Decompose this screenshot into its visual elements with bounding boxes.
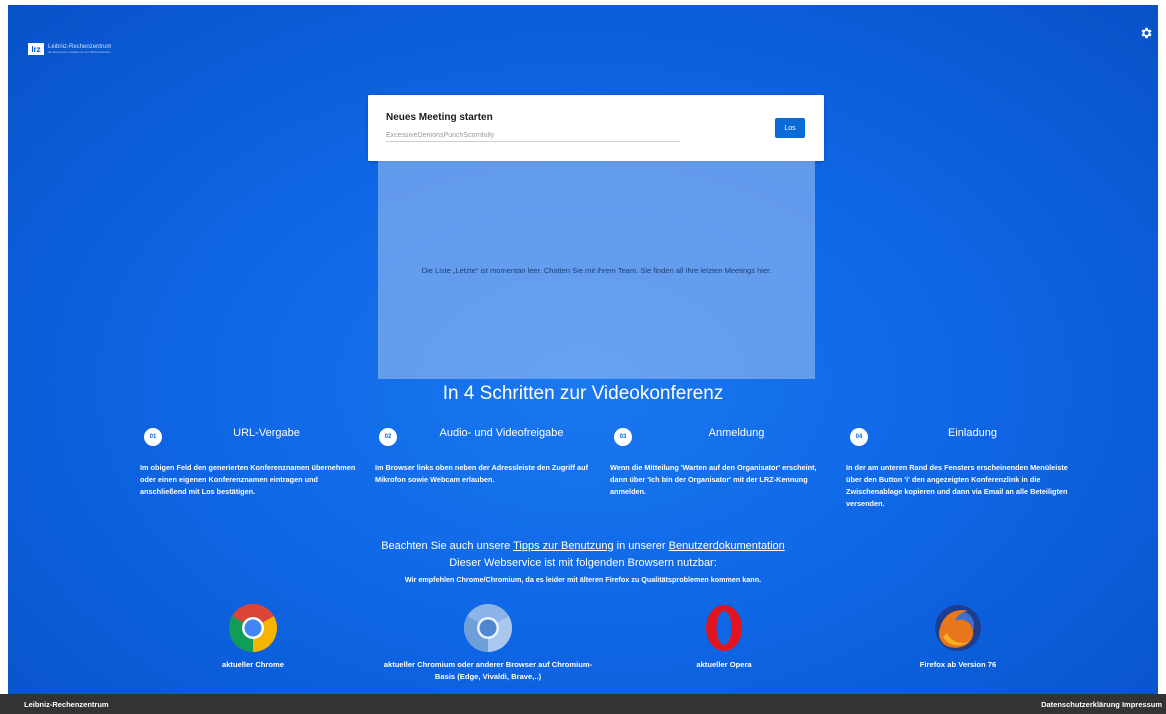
step-title: Audio- und Videofreigabe: [439, 427, 564, 439]
step-2: 02 Audio- und Videofreigabe Im Browser l…: [375, 424, 600, 486]
step-title: Anmeldung: [708, 427, 765, 439]
step-4: 04 Einladung In der am unteren Rand des …: [846, 424, 1071, 510]
privacy-link[interactable]: Datenschutzerklärung: [1041, 700, 1120, 709]
chrome-icon: [228, 603, 278, 652]
opera-icon: [706, 605, 742, 651]
recent-empty-message: Die Liste „Letzte“ ist momentan leer. Ch…: [421, 265, 772, 275]
browser-label: aktueller Chromium oder anderer Browser …: [383, 660, 593, 681]
main-page: lrz Leibniz-Rechenzentrum der Bayerische…: [8, 5, 1158, 694]
browser-chromium: aktueller Chromium oder anderer Browser …: [378, 603, 598, 683]
browsers-heading: Dieser Webservice ist mit folgenden Brow…: [449, 557, 717, 569]
chromium-icon: [463, 604, 513, 652]
browser-chrome: aktueller Chrome: [143, 603, 363, 671]
imprint-link[interactable]: Impressum: [1122, 700, 1162, 709]
recent-meetings-panel: Die Liste „Letzte“ ist momentan leer. Ch…: [378, 161, 815, 379]
step-title: Einladung: [948, 427, 997, 439]
steps-heading: In 4 Schritten zur Videokonferenz: [442, 383, 724, 404]
browser-label: aktueller Opera: [696, 660, 752, 669]
gear-icon[interactable]: [1139, 26, 1153, 40]
browser-recommendation: Wir empfehlen Chrome/Chromium, da es lei…: [404, 575, 762, 584]
logo-subtext: der Bayerischen Akademie der Wissenschaf…: [48, 50, 111, 54]
step-1: 01 URL-Vergabe Im obigen Feld den generi…: [140, 424, 365, 498]
footer: Leibniz-Rechenzentrum Datenschutzerkläru…: [0, 694, 1166, 714]
tips-link[interactable]: Tipps zur Benutzung: [513, 540, 613, 552]
step-description: In der am unteren Rand des Fensters ersc…: [846, 463, 1068, 508]
browser-opera: aktueller Opera: [614, 603, 834, 671]
browser-label: Firefox ab Version 76: [919, 660, 997, 669]
step-number-badge: 01: [144, 428, 162, 446]
meeting-name-input[interactable]: [386, 129, 680, 142]
lrz-logo-mark: lrz: [28, 43, 44, 55]
step-number-badge: 03: [614, 428, 632, 446]
go-button[interactable]: Los: [775, 118, 805, 138]
new-meeting-card: Neues Meeting starten Los: [368, 95, 824, 161]
new-meeting-title: Neues Meeting starten: [386, 112, 493, 123]
step-description: Im Browser links oben neben der Adressle…: [375, 463, 589, 484]
browser-label: aktueller Chrome: [221, 660, 285, 669]
step-number-badge: 02: [379, 428, 397, 446]
browser-firefox: Firefox ab Version 76: [848, 603, 1068, 671]
footer-org: Leibniz-Rechenzentrum: [24, 700, 109, 709]
firefox-icon: [935, 605, 981, 651]
docs-link[interactable]: Benutzerdokumentation: [669, 540, 785, 552]
tips-note: Beachten Sie auch unsere Tipps zur Benut…: [381, 540, 785, 552]
step-3: 03 Anmeldung Wenn die Mitteilung 'Warten…: [610, 424, 835, 498]
lrz-logo[interactable]: lrz Leibniz-Rechenzentrum der Bayerische…: [28, 43, 111, 55]
step-title: URL-Vergabe: [233, 427, 300, 439]
step-description: Wenn die Mitteilung 'Warten auf den Orga…: [610, 463, 817, 496]
step-number-badge: 04: [850, 428, 868, 446]
step-description: Im obigen Feld den generierten Konferenz…: [140, 463, 356, 496]
